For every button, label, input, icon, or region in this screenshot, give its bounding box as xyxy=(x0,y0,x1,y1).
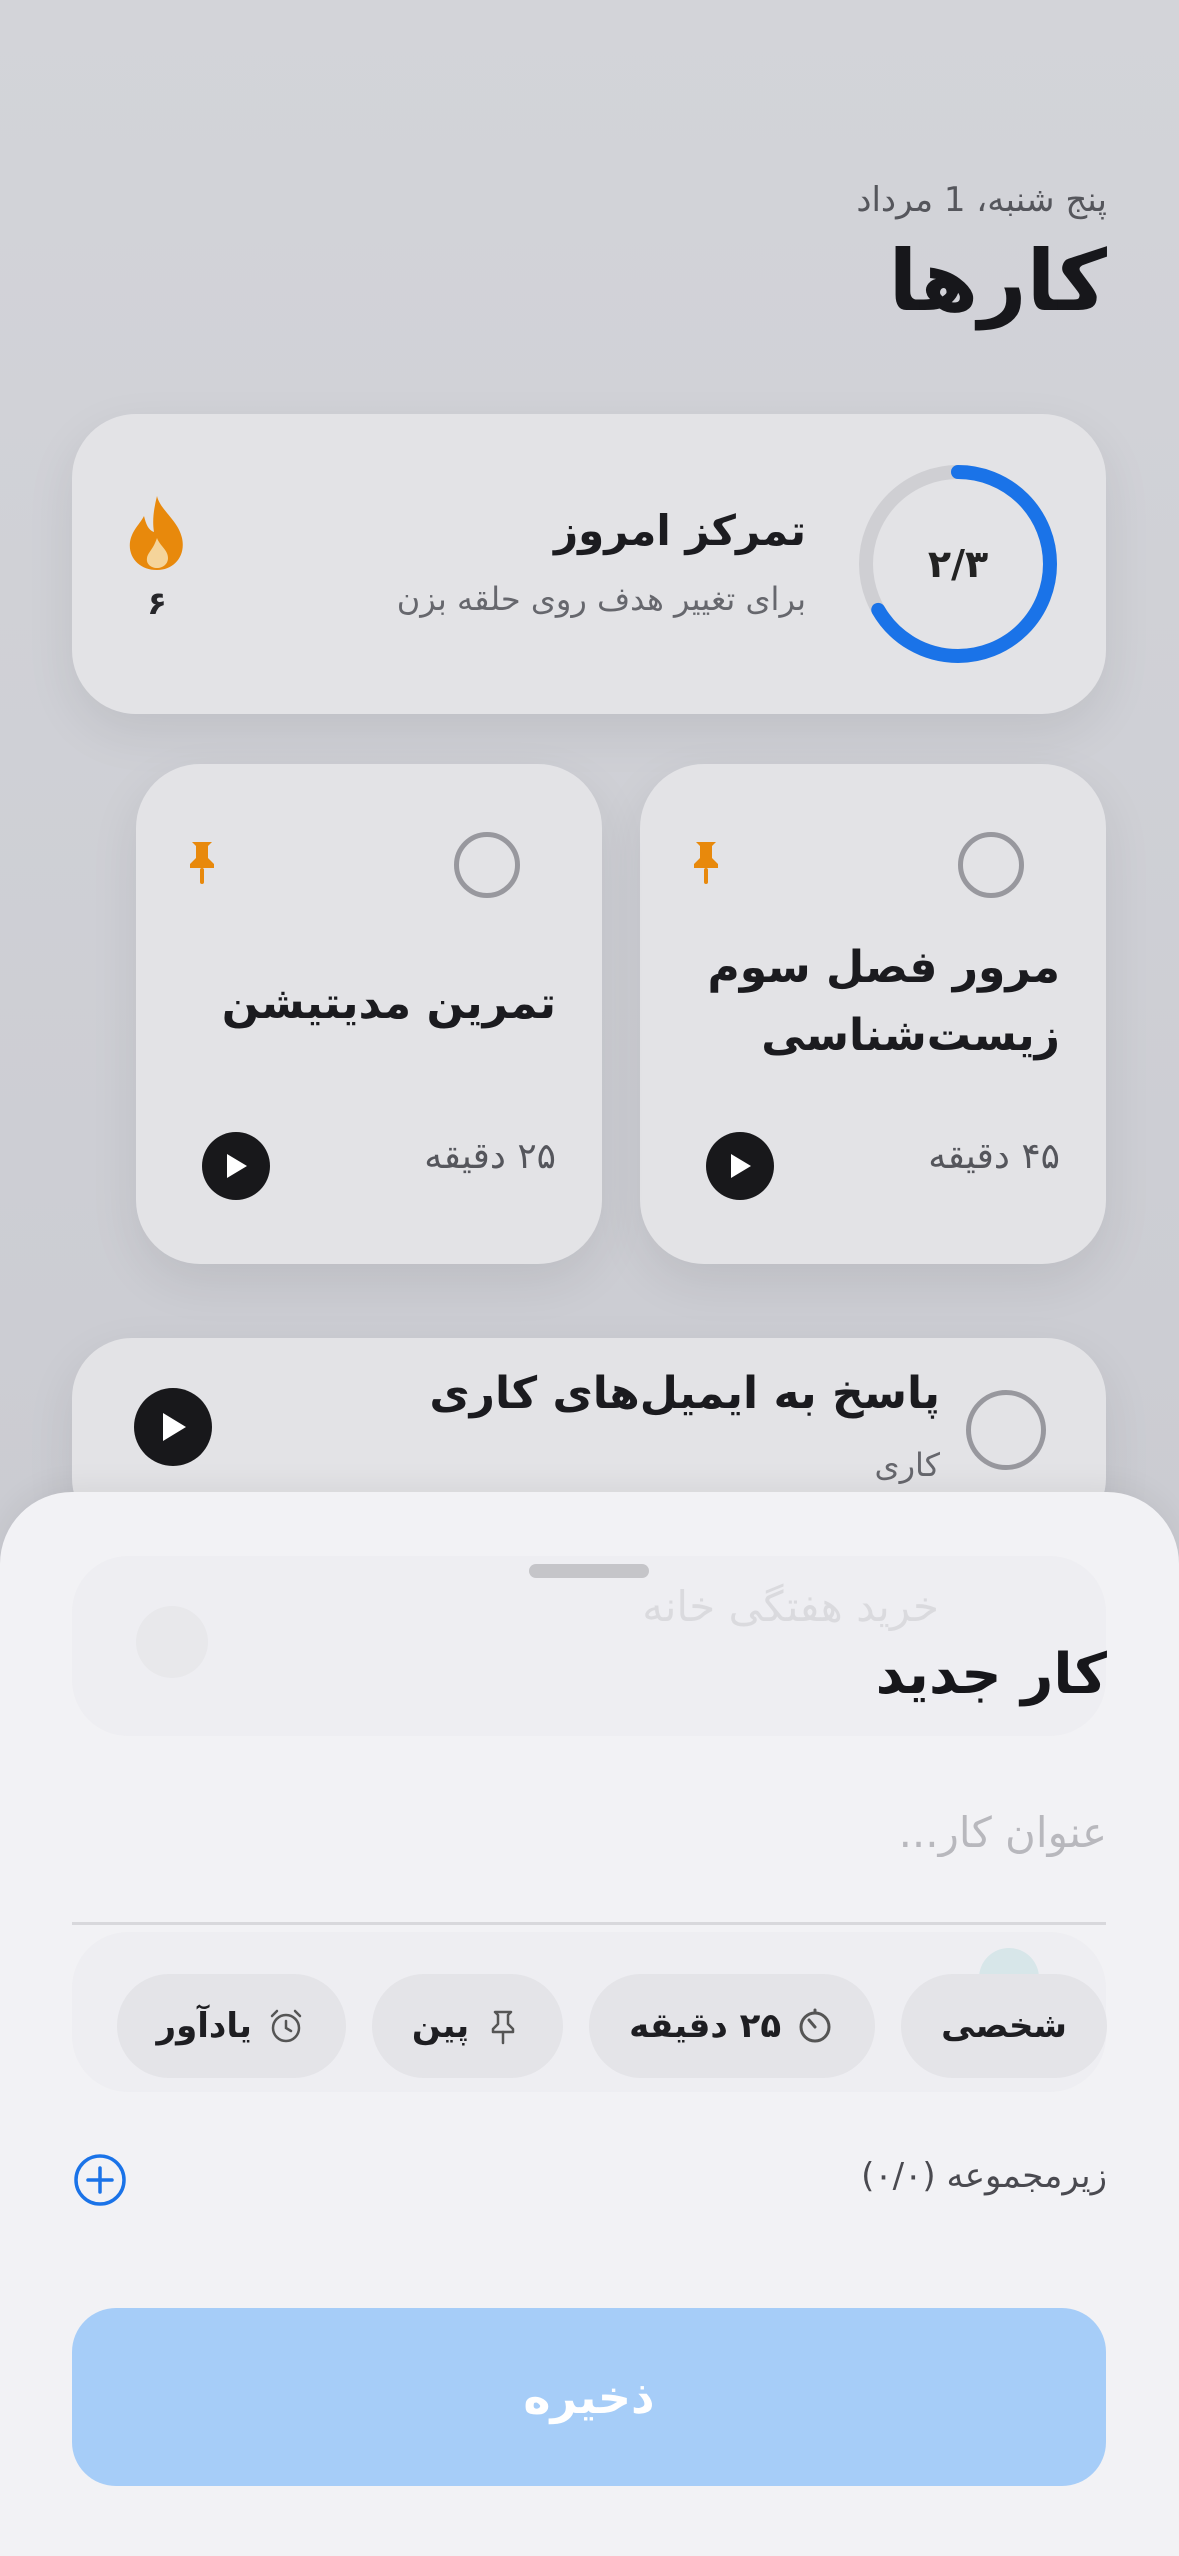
reminder-chip-label: یادآور xyxy=(156,2006,252,2046)
focus-subtitle: برای تغییر هدف روی حلقه بزن xyxy=(396,580,806,618)
date-label: پنج شنبه، 1 مرداد xyxy=(856,180,1107,220)
play-icon xyxy=(227,1154,247,1178)
play-icon xyxy=(731,1154,751,1178)
page-title: کارها xyxy=(888,232,1107,330)
save-button[interactable]: ذخیره xyxy=(72,2308,1106,2486)
reminder-chip[interactable]: یادآور xyxy=(116,1974,346,2078)
task-title: تمرین مدیتیشن xyxy=(221,978,556,1029)
duration-chip[interactable]: ۲۵ دقیقه xyxy=(589,1974,876,2078)
play-button[interactable] xyxy=(134,1388,212,1466)
focus-ring-label: ۲/۳ xyxy=(927,542,989,586)
task-title: پاسخ به ایمیل‌های کاری xyxy=(429,1368,940,1419)
sheet-grabber[interactable] xyxy=(529,1564,649,1578)
pin-outline-icon xyxy=(491,2010,515,2045)
add-subtask-icon[interactable] xyxy=(72,2152,128,2208)
category-chip-label: شخصی xyxy=(941,2006,1067,2046)
alarm-clock-icon xyxy=(270,2009,302,2043)
new-task-sheet: خرید هفتگی خانه کار جدید شخصی ۲۵ دقیقه پ… xyxy=(0,1492,1179,2556)
category-chip[interactable]: شخصی xyxy=(901,1974,1107,2078)
play-icon xyxy=(163,1413,186,1441)
play-button[interactable] xyxy=(202,1132,270,1200)
play-button[interactable] xyxy=(706,1132,774,1200)
task-checkbox[interactable] xyxy=(454,832,520,898)
pin-icon xyxy=(190,842,214,884)
task-tile[interactable]: مرور فصل سوم زیست‌شناسی ۴۵ دقیقه xyxy=(640,764,1106,1264)
task-checkbox[interactable] xyxy=(966,1390,1046,1470)
background-row-title: خرید هفتگی خانه xyxy=(642,1582,939,1631)
focus-card: ۲/۳ تمرکز امروز برای تغییر هدف روی حلقه … xyxy=(72,414,1106,714)
duration-chip-label: ۲۵ دقیقه xyxy=(629,2006,782,2046)
task-title-input[interactable] xyxy=(73,1792,1107,1872)
focus-ring[interactable]: ۲/۳ xyxy=(854,460,1062,668)
pin-chip[interactable]: پین xyxy=(371,1974,564,2078)
task-duration: ۴۵ دقیقه xyxy=(928,1136,1060,1177)
focus-title: تمرکز امروز xyxy=(553,506,806,555)
task-duration: ۲۵ دقیقه xyxy=(424,1136,556,1177)
input-divider xyxy=(72,1922,1106,1925)
subtasks-label: زیرمجموعه (۰/۰) xyxy=(861,2156,1107,2196)
task-tag: کاری xyxy=(874,1446,940,1484)
flame-icon xyxy=(129,496,183,570)
pin-icon xyxy=(694,842,718,884)
streak-count: ۶ xyxy=(147,584,167,622)
pin-chip-label: پین xyxy=(411,2006,470,2046)
task-title: مرور فصل سوم زیست‌شناسی xyxy=(707,942,1060,1061)
option-chips: شخصی ۲۵ دقیقه پین یادآور xyxy=(116,1974,1107,2078)
task-tile[interactable]: تمرین مدیتیشن ۲۵ دقیقه xyxy=(136,764,602,1264)
sheet-title: کار جدید xyxy=(875,1642,1107,1707)
background-play-ghost xyxy=(136,1606,208,1678)
timer-icon xyxy=(799,2008,831,2043)
task-checkbox[interactable] xyxy=(958,832,1024,898)
